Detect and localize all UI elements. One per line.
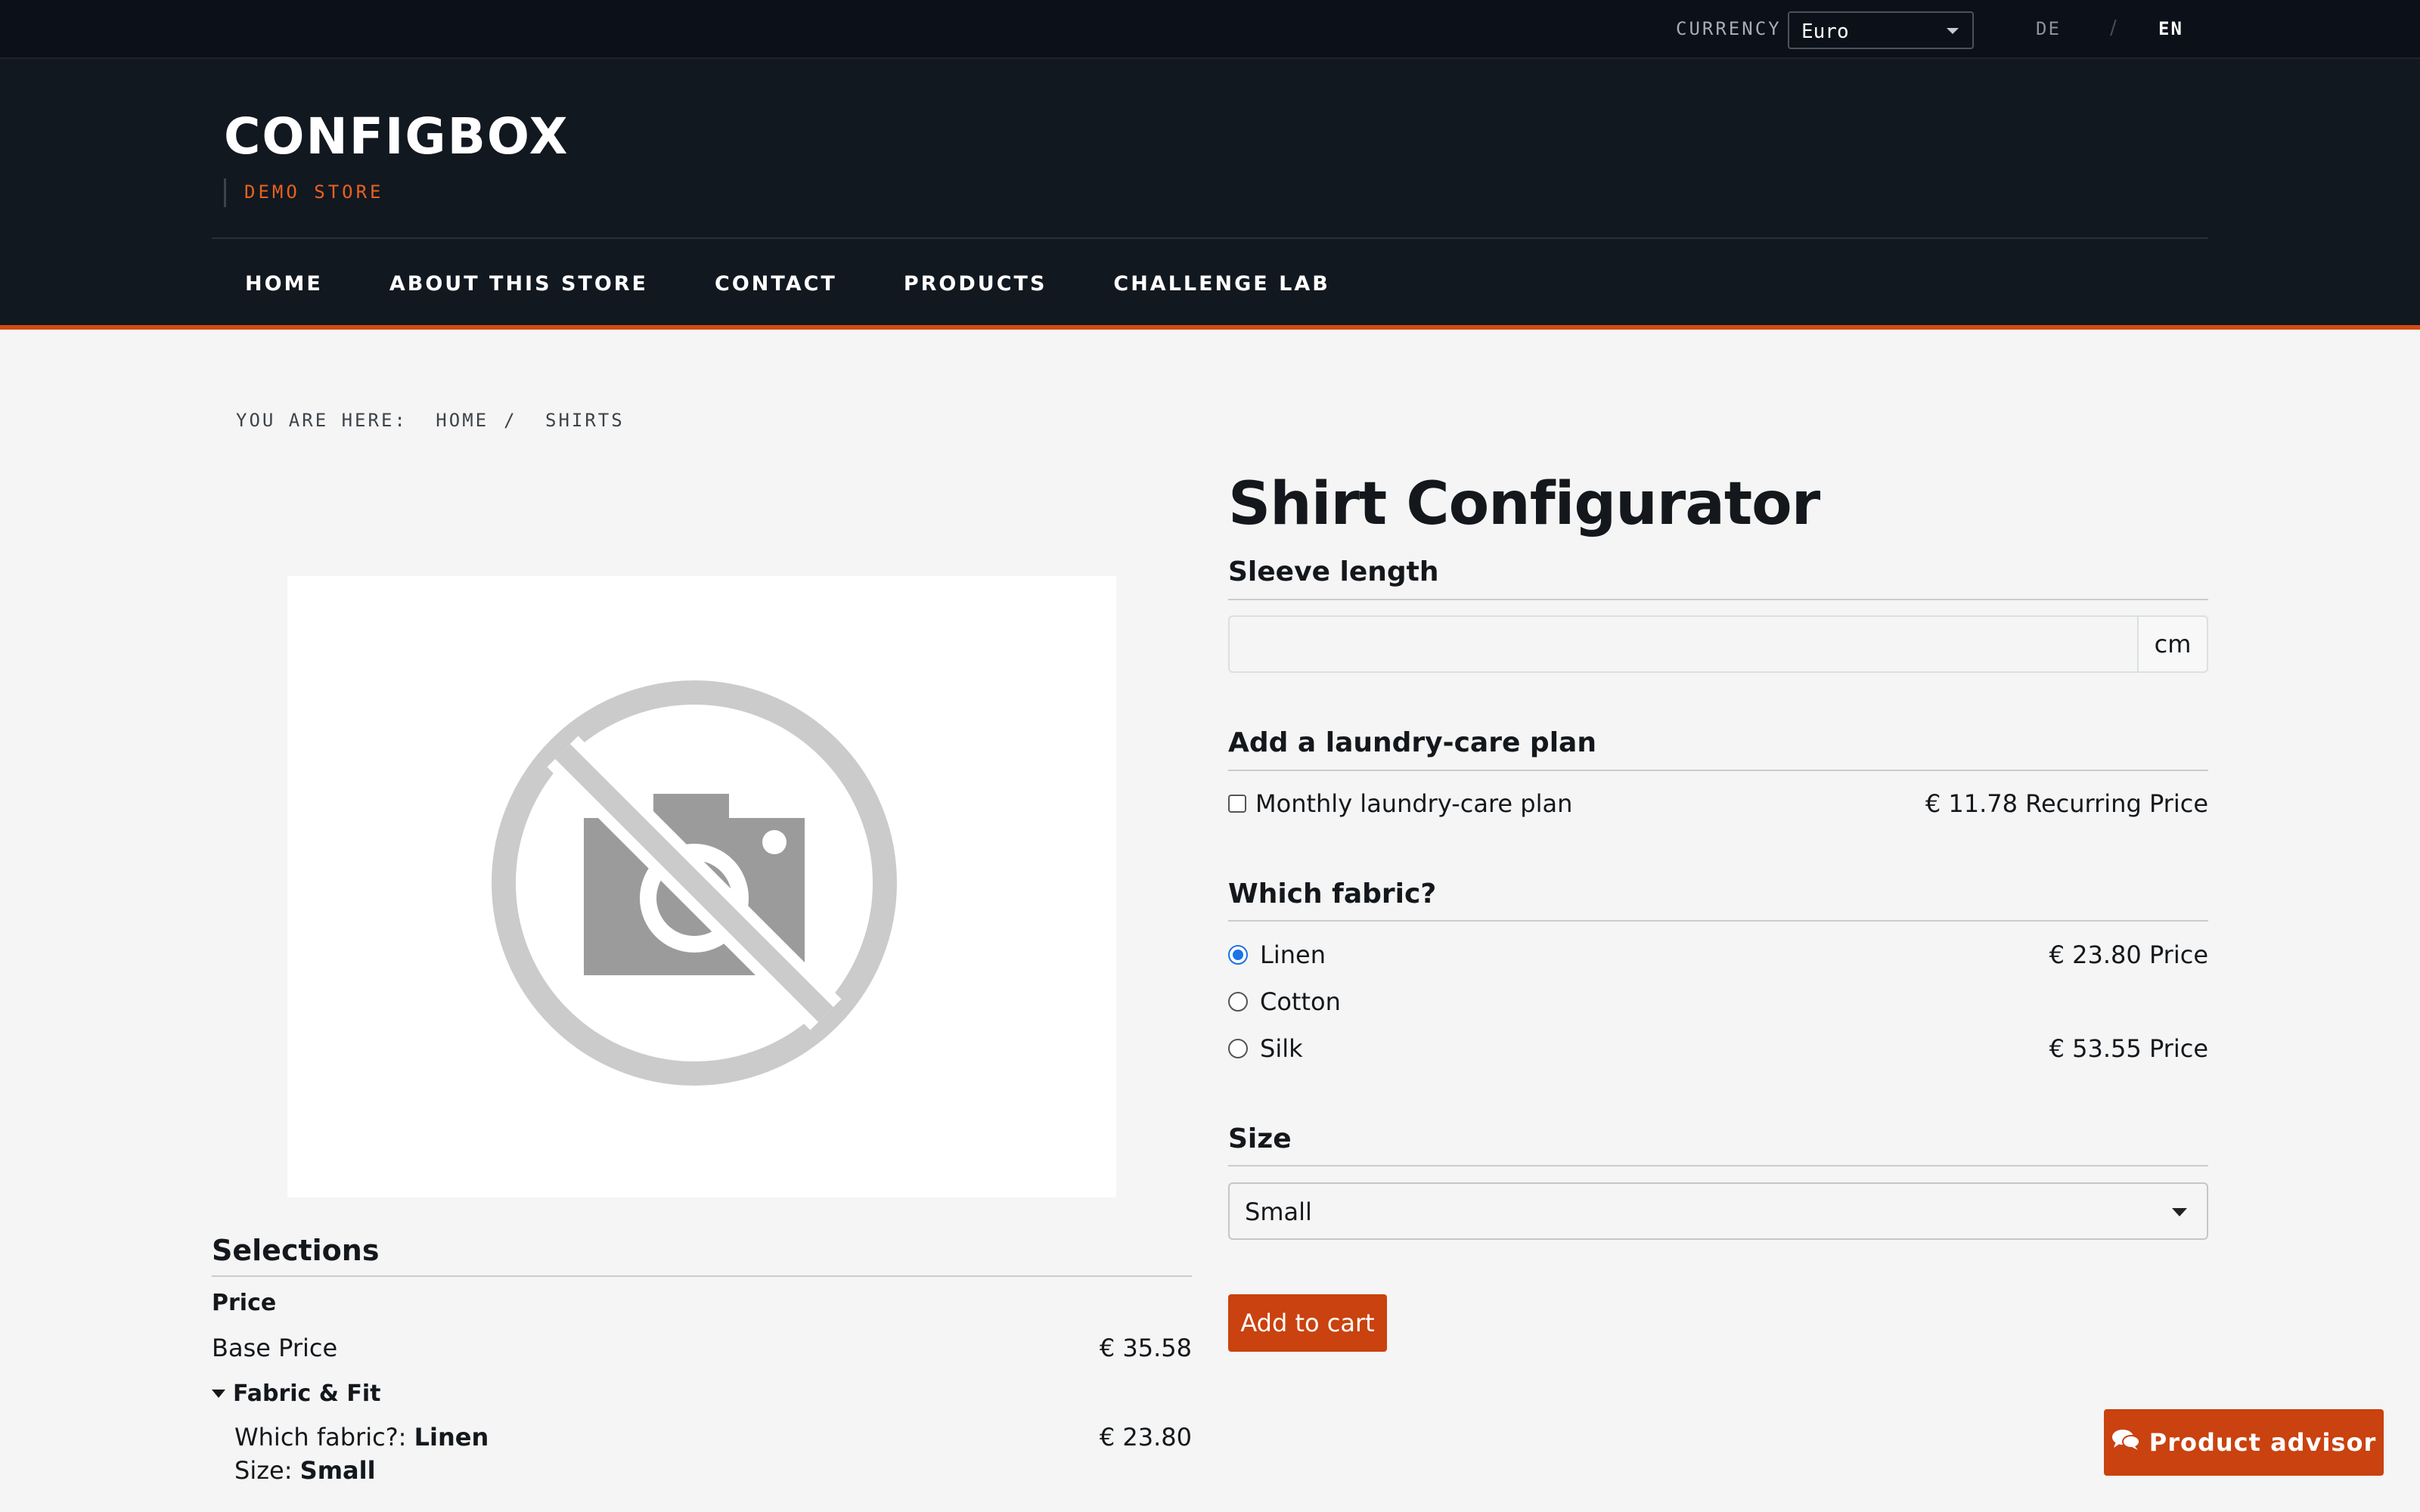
- chevron-down-icon: [1947, 28, 1959, 34]
- size-selection-value: Small: [299, 1456, 376, 1485]
- base-price-value: € 35.58: [1099, 1334, 1192, 1362]
- size-select-value: Small: [1245, 1198, 1312, 1226]
- selections-title: Selections: [212, 1234, 380, 1267]
- size-select[interactable]: Small: [1228, 1182, 2208, 1240]
- laundry-plan-checkbox[interactable]: [1228, 795, 1246, 813]
- nav-item-challenge-lab[interactable]: CHALLENGE LAB: [1080, 272, 1363, 296]
- size-selection-row: Size: Small: [234, 1456, 376, 1485]
- nav-item-about[interactable]: ABOUT THIS STORE: [356, 272, 681, 296]
- breadcrumb-label: YOU ARE HERE:: [236, 410, 408, 431]
- chat-icon: [2111, 1428, 2140, 1457]
- brand-logo[interactable]: CONFIGBOX: [224, 107, 569, 166]
- top-bar: CURRENCY Euro DE / EN: [0, 0, 2420, 59]
- sleeve-divider: [1228, 599, 2208, 600]
- sleeve-length-input[interactable]: [1228, 615, 2137, 673]
- main-nav: HOME ABOUT THIS STORE CONTACT PRODUCTS C…: [212, 239, 1364, 328]
- size-selection-label: Size:: [234, 1456, 293, 1485]
- laundry-plan-option: Monthly laundry-care plan € 11.78 Recurr…: [1228, 789, 2208, 818]
- selections-divider: [212, 1275, 1192, 1277]
- sleeve-unit-label: cm: [2137, 615, 2208, 673]
- language-de-link[interactable]: DE: [2036, 18, 2061, 39]
- nav-item-home[interactable]: HOME: [212, 272, 356, 296]
- laundry-plan-label[interactable]: Monthly laundry-care plan: [1255, 789, 1572, 818]
- fabric-selection-price: € 23.80: [1099, 1423, 1192, 1452]
- fabric-option-label[interactable]: Silk: [1260, 1034, 1303, 1063]
- fabric-fit-group-label: Fabric & Fit: [233, 1380, 381, 1407]
- sleeve-length-title: Sleeve length: [1228, 556, 1439, 587]
- fabric-option-silk: Silk € 53.55 Price: [1228, 1034, 2208, 1063]
- size-divider: [1228, 1165, 2208, 1167]
- breadcrumb-home[interactable]: HOME: [436, 410, 489, 431]
- breadcrumb-separator: /: [504, 410, 517, 431]
- fabric-option-linen: Linen € 23.80 Price: [1228, 940, 2208, 969]
- product-advisor-button[interactable]: Product advisor: [2104, 1409, 2384, 1476]
- page-title: Shirt Configurator: [1228, 470, 1820, 538]
- fabric-selection-row: Which fabric?: Linen € 23.80: [234, 1423, 1192, 1452]
- fabric-option-price: € 53.55 Price: [2049, 1034, 2208, 1063]
- fabric-title: Which fabric?: [1228, 878, 1437, 909]
- language-separator: /: [2110, 17, 2117, 39]
- fabric-selection-value: Linen: [414, 1423, 489, 1452]
- no-image-icon: [492, 680, 897, 1086]
- fabric-option-cotton: Cotton: [1228, 987, 2208, 1016]
- site-header: CONFIGBOX DEMO STORE HOME ABOUT THIS STO…: [0, 59, 2420, 330]
- fabric-radio-cotton[interactable]: [1228, 992, 1248, 1012]
- laundry-plan-price: € 11.78 Recurring Price: [1925, 789, 2208, 818]
- breadcrumb: YOU ARE HERE: HOME / SHIRTS: [236, 410, 640, 431]
- nav-item-products[interactable]: PRODUCTS: [870, 272, 1081, 296]
- currency-select-value: Euro: [1801, 20, 1849, 43]
- fabric-selection-label: Which fabric?:: [234, 1423, 407, 1452]
- breadcrumb-current: SHIRTS: [545, 410, 625, 431]
- caret-down-icon: [212, 1390, 225, 1398]
- selections-price-heading: Price: [212, 1290, 277, 1316]
- laundry-divider: [1228, 770, 2208, 771]
- nav-item-contact[interactable]: CONTACT: [681, 272, 870, 296]
- fabric-radio-linen[interactable]: [1228, 945, 1248, 965]
- product-image: [287, 576, 1116, 1198]
- language-en-link[interactable]: EN: [2158, 18, 2183, 39]
- fabric-divider: [1228, 920, 2208, 922]
- fabric-fit-group-toggle[interactable]: Fabric & Fit: [212, 1380, 380, 1407]
- fabric-option-label[interactable]: Cotton: [1260, 987, 1341, 1016]
- currency-select[interactable]: Euro: [1788, 11, 1974, 49]
- currency-label: CURRENCY: [1676, 18, 1782, 39]
- brand-subtitle: DEMO STORE: [224, 178, 384, 207]
- size-title: Size: [1228, 1123, 1292, 1154]
- fabric-option-price: € 23.80 Price: [2049, 940, 2208, 969]
- chevron-down-icon: [2172, 1208, 2187, 1216]
- add-to-cart-button[interactable]: Add to cart: [1228, 1294, 1387, 1352]
- base-price-label: Base Price: [212, 1334, 338, 1362]
- base-price-row: Base Price € 35.58: [212, 1334, 1192, 1362]
- laundry-plan-title: Add a laundry-care plan: [1228, 727, 1596, 758]
- product-advisor-label: Product advisor: [2149, 1428, 2377, 1457]
- fabric-radio-silk[interactable]: [1228, 1039, 1248, 1058]
- fabric-option-label[interactable]: Linen: [1260, 940, 1326, 969]
